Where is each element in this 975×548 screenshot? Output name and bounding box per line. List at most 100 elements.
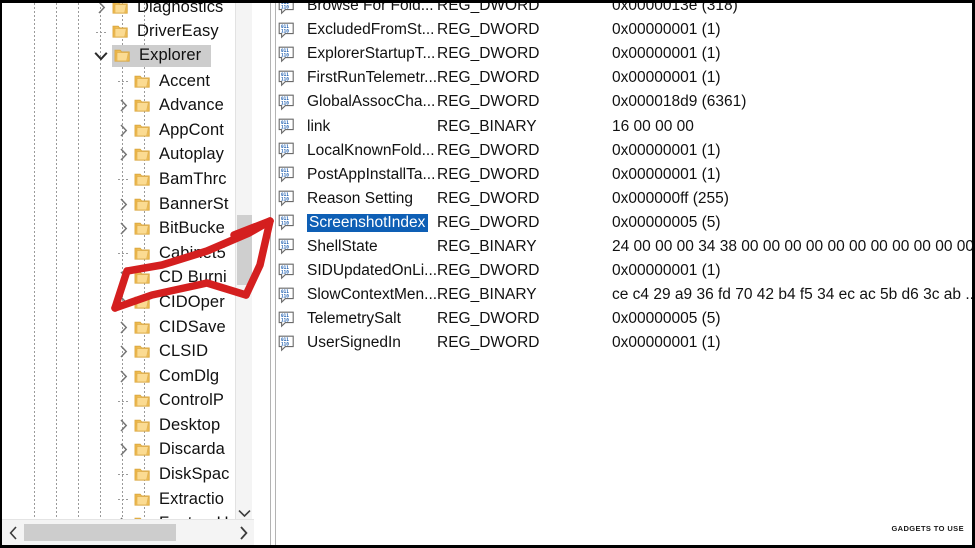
tree-item-explorer[interactable]: Explorer bbox=[2, 44, 252, 69]
chevron-right-icon[interactable] bbox=[112, 345, 134, 358]
chevron-down-icon[interactable] bbox=[90, 51, 112, 61]
chevron-right-icon[interactable] bbox=[112, 271, 134, 284]
chevron-right-icon[interactable] bbox=[112, 321, 134, 334]
tree-vertical-scrollbar[interactable] bbox=[235, 3, 252, 524]
value-type: REG_DWORD bbox=[437, 262, 540, 280]
chevron-right-icon[interactable] bbox=[112, 148, 134, 161]
value-row[interactable]: 011 110 LocalKnownFold... REG_DWORD 0x000000… bbox=[277, 139, 972, 163]
value-row[interactable]: 011 110 UserSignedIn REG_DWORD 0x00000001 (1… bbox=[277, 331, 972, 355]
tree-item-bannerst[interactable]: BannerSt bbox=[2, 192, 252, 217]
tree-item-cidoper[interactable]: CIDOper bbox=[2, 290, 252, 315]
tree-horizontal-scrollbar-thumb[interactable] bbox=[24, 524, 176, 541]
tree-item-label: BitBucke bbox=[159, 219, 225, 238]
value-name-selected-highlight[interactable]: ScreenshotIndex bbox=[307, 213, 429, 232]
scroll-left-icon[interactable] bbox=[2, 520, 24, 546]
chevron-right-icon[interactable] bbox=[112, 443, 134, 456]
value-row[interactable]: 011 110 FirstRunTelemetr... REG_DWORD 0x0000… bbox=[277, 66, 972, 90]
chevron-right-icon[interactable] bbox=[90, 3, 112, 14]
scroll-right-icon[interactable] bbox=[232, 520, 254, 546]
svg-text:110: 110 bbox=[281, 76, 289, 82]
value-row[interactable]: 011 110 ScreenshotIndex REG_DWORD 0x00000005… bbox=[277, 211, 972, 235]
value-name[interactable]: GlobalAssocCha... bbox=[307, 93, 437, 111]
value-name[interactable]: Reason Setting bbox=[307, 190, 437, 208]
value-row[interactable]: 011 110 Reason Setting REG_DWORD 0x000000ff … bbox=[277, 187, 972, 211]
tree-item-extractio[interactable]: Extractio bbox=[2, 487, 252, 512]
chevron-right-icon[interactable] bbox=[112, 124, 134, 137]
value-name[interactable]: UserSignedIn bbox=[307, 334, 437, 352]
chevron-right-icon[interactable] bbox=[112, 99, 134, 112]
value-name[interactable]: PostAppInstallTa... bbox=[307, 166, 437, 184]
tree-item-autoplay[interactable]: Autoplay bbox=[2, 143, 252, 168]
tree-item-clsid[interactable]: CLSID bbox=[2, 339, 252, 364]
tree-item-drivereasy[interactable]: DriverEasy bbox=[2, 20, 252, 45]
chevron-right-icon[interactable] bbox=[112, 296, 134, 309]
tree-hscroll-track[interactable] bbox=[24, 520, 232, 546]
tree-item-accent[interactable]: Accent bbox=[2, 69, 252, 94]
tree-item-cidsave[interactable]: CIDSave bbox=[2, 315, 252, 340]
chevron-right-icon[interactable] bbox=[112, 419, 134, 432]
value-name[interactable]: ExcludedFromSt... bbox=[307, 21, 437, 39]
value-name[interactable]: ExplorerStartupT... bbox=[307, 45, 437, 63]
tree-tie-line bbox=[118, 80, 128, 82]
value-row[interactable]: 011 110 ExcludedFromSt... REG_DWORD 0x000000… bbox=[277, 18, 972, 42]
watermark-text: GADGETS TO USE bbox=[891, 524, 964, 533]
value-row[interactable]: 011 110 PostAppInstallTa... REG_DWORD 0x0000… bbox=[277, 163, 972, 187]
tree-item-label: BannerSt bbox=[159, 194, 229, 213]
tree-item-comdlg[interactable]: ComDlg bbox=[2, 364, 252, 389]
tree-item-label: ControlP bbox=[159, 391, 224, 410]
tree-item-label: CIDSave bbox=[159, 317, 226, 336]
registry-values-pane[interactable]: 011 110 Browse For Fold... REG_DWORD 0x00000… bbox=[277, 3, 972, 545]
value-name[interactable]: Browse For Fold... bbox=[307, 3, 437, 15]
tree-item-discarda[interactable]: Discarda bbox=[2, 438, 252, 463]
chevron-right-icon[interactable] bbox=[112, 222, 134, 235]
svg-text:110: 110 bbox=[281, 197, 289, 203]
value-row[interactable]: 011 110 Browse For Fold... REG_DWORD 0x00000… bbox=[277, 3, 972, 18]
folder-icon bbox=[134, 74, 152, 89]
value-data: 0x00000001 (1) bbox=[612, 69, 721, 87]
tree-item-appcont[interactable]: AppCont bbox=[2, 118, 252, 143]
value-row[interactable]: 011 110 ExplorerStartupT... REG_DWORD 0x0000… bbox=[277, 42, 972, 66]
tree-item-diagnostics[interactable]: Diagnostics bbox=[2, 3, 252, 20]
tree-item-bitbucke[interactable]: BitBucke bbox=[2, 216, 252, 241]
value-name[interactable]: ScreenshotIndex bbox=[307, 213, 437, 232]
tree-item-label: DiskSpac bbox=[159, 465, 230, 484]
registry-value-icon: 011 110 bbox=[278, 3, 300, 15]
value-name[interactable]: TelemetrySalt bbox=[307, 310, 437, 328]
tree-item-bamthrc[interactable]: BamThrc bbox=[2, 167, 252, 192]
value-type: REG_DWORD bbox=[437, 189, 540, 207]
value-row[interactable]: 011 110 ShellState REG_BINARY 24 00 00 00 34… bbox=[277, 235, 972, 259]
folder-icon bbox=[134, 98, 152, 113]
tree-item-advance[interactable]: Advance bbox=[2, 93, 252, 118]
value-row[interactable]: 011 110 TelemetrySalt REG_DWORD 0x00000005 (… bbox=[277, 307, 972, 331]
value-row[interactable]: 011 110 SlowContextMen... REG_BINARY ce c4 2… bbox=[277, 283, 972, 307]
value-name[interactable]: link bbox=[307, 118, 437, 136]
registry-tree-pane[interactable]: Diagnostics DriverEasy Explorer Accent Advan… bbox=[2, 3, 270, 545]
svg-text:110: 110 bbox=[281, 52, 289, 58]
chevron-right-icon[interactable] bbox=[112, 370, 134, 383]
value-row[interactable]: 011 110 link REG_BINARY 16 00 00 00 bbox=[277, 114, 972, 138]
value-row[interactable]: 011 110 SIDUpdatedOnLi... REG_DWORD 0x000000… bbox=[277, 259, 972, 283]
value-name[interactable]: FirstRunTelemetr... bbox=[307, 69, 437, 87]
value-row[interactable]: 011 110 GlobalAssocCha... REG_DWORD 0x000018… bbox=[277, 90, 972, 114]
registry-value-icon: 011 110 bbox=[278, 22, 300, 39]
value-type: REG_DWORD bbox=[437, 310, 540, 328]
tree-horizontal-scrollbar[interactable] bbox=[2, 519, 254, 545]
value-name[interactable]: SIDUpdatedOnLi... bbox=[307, 262, 437, 280]
value-name[interactable]: LocalKnownFold... bbox=[307, 142, 437, 160]
tree-vertical-scrollbar-thumb[interactable] bbox=[237, 215, 252, 285]
folder-icon bbox=[134, 369, 152, 384]
pane-splitter[interactable] bbox=[270, 3, 276, 545]
tree-item-cabinet5[interactable]: Cabinet5 bbox=[2, 241, 252, 266]
tree-item-selected-highlight[interactable]: Explorer bbox=[112, 45, 212, 68]
tree-item-controlp[interactable]: ControlP bbox=[2, 389, 252, 414]
value-type: REG_DWORD bbox=[437, 93, 540, 111]
tree-item-diskspac[interactable]: DiskSpac bbox=[2, 462, 252, 487]
svg-text:110: 110 bbox=[281, 100, 289, 106]
tree-item-cd-burni[interactable]: CD Burni bbox=[2, 266, 252, 291]
value-data: 0x00000001 (1) bbox=[612, 165, 721, 183]
value-name[interactable]: SlowContextMen... bbox=[307, 286, 437, 304]
value-name[interactable]: ShellState bbox=[307, 238, 437, 256]
folder-icon bbox=[134, 442, 152, 457]
chevron-right-icon[interactable] bbox=[112, 198, 134, 211]
tree-item-desktop[interactable]: Desktop bbox=[2, 413, 252, 438]
